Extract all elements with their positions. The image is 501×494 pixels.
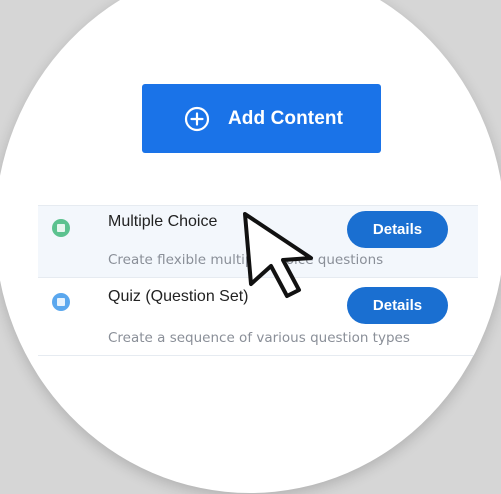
add-content-label: Add Content xyxy=(227,107,344,129)
multiple-choice-icon xyxy=(52,219,70,237)
question-set-icon xyxy=(52,293,70,311)
item-title: Multiple Choice xyxy=(108,213,218,230)
details-button[interactable]: Details xyxy=(347,287,448,324)
add-content-button[interactable]: Add Content xyxy=(142,84,381,153)
item-title: Quiz (Question Set) xyxy=(108,288,249,305)
mouse-pointer-icon xyxy=(243,212,313,298)
details-button[interactable]: Details xyxy=(347,211,448,248)
screenshot-stage: Add Content Multiple Choice Create flexi… xyxy=(0,0,501,494)
plus-circle-icon xyxy=(184,106,210,131)
item-description: Create a sequence of various question ty… xyxy=(108,330,410,346)
spotlight-circle: Add Content Multiple Choice Create flexi… xyxy=(0,0,501,493)
content-panel: Add Content Multiple Choice Create flexi… xyxy=(0,0,501,493)
